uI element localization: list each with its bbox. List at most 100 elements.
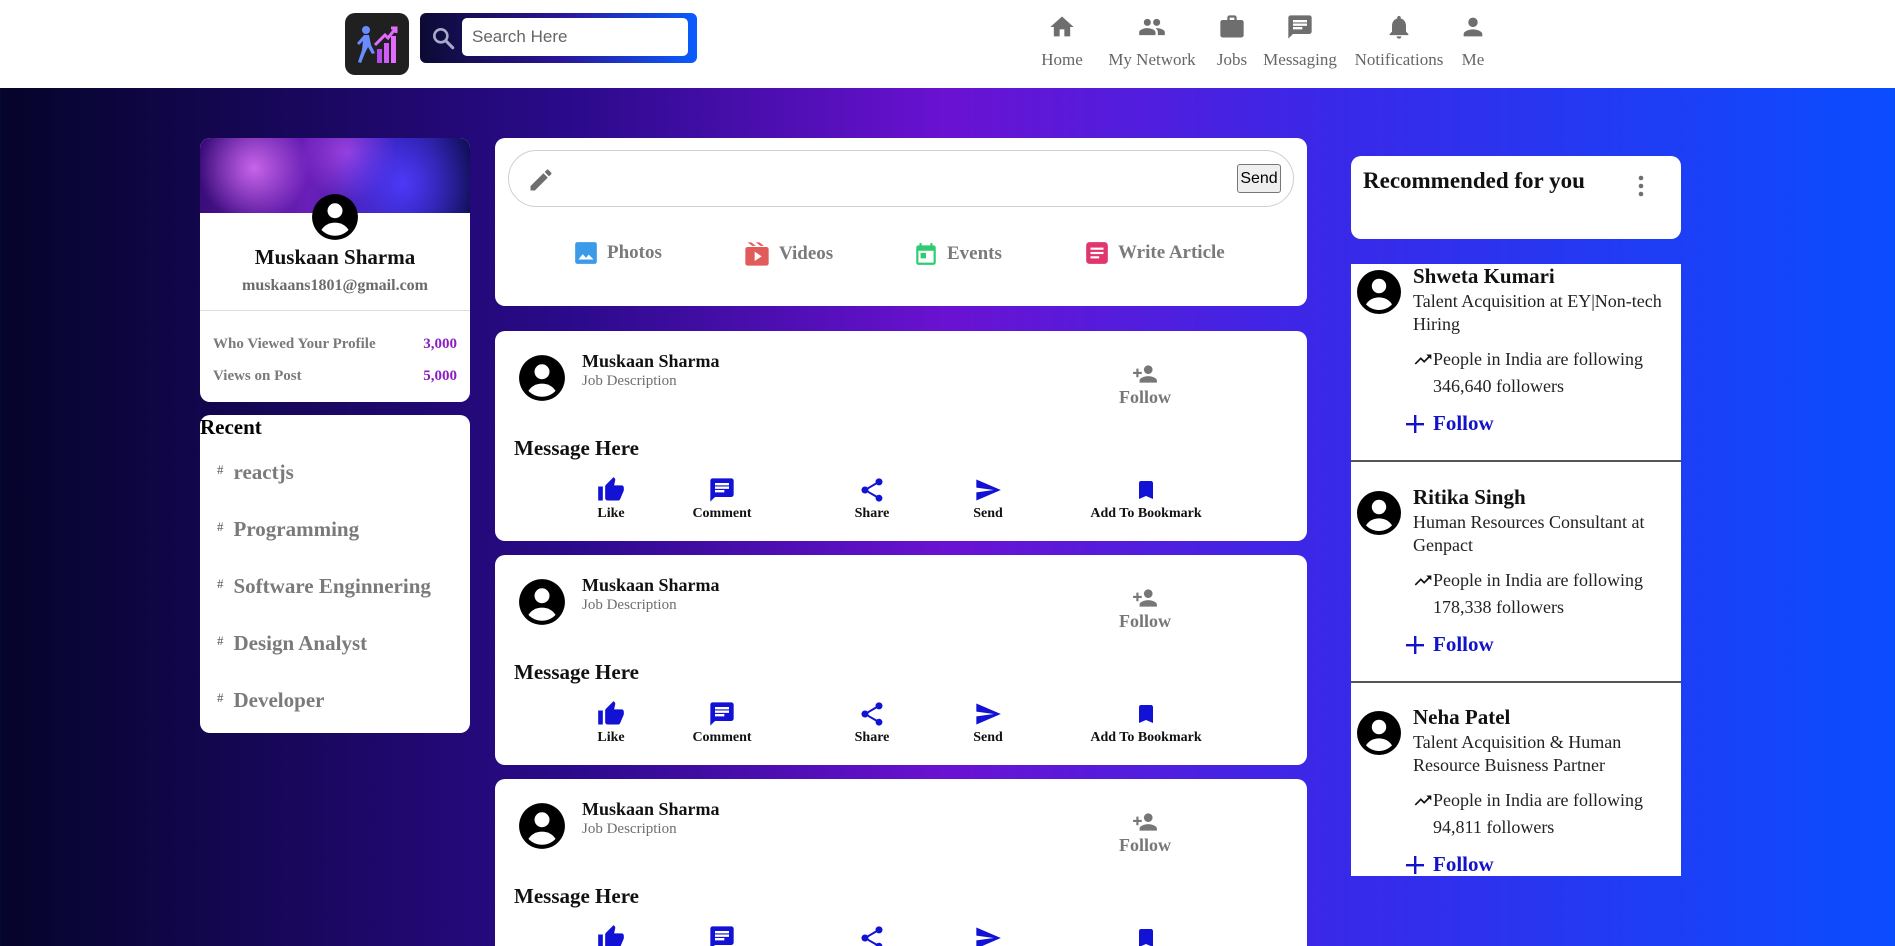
post-message: Message Here [514, 436, 639, 460]
like-button[interactable]: Like [551, 924, 671, 946]
calendar-icon [916, 243, 936, 265]
thumbs-up-icon [598, 477, 624, 501]
stat-label: Views on Post [213, 368, 302, 384]
events-button[interactable]: Events [913, 240, 1002, 268]
follow-button[interactable]: Follow [1405, 852, 1494, 876]
nav-label-notifications: Notifications [1354, 50, 1444, 69]
like-button[interactable]: Like [551, 476, 671, 522]
photos-button[interactable]: Photos [573, 240, 662, 266]
follow-button[interactable]: Follow [1405, 411, 1494, 436]
person-add-icon [1133, 589, 1157, 607]
videos-button[interactable]: Videos [743, 240, 833, 268]
follow-button[interactable]: Follow [1405, 632, 1494, 657]
post-author-name[interactable]: Muskaan Sharma [582, 351, 720, 372]
nav-item-my-network[interactable]: My Network [1104, 12, 1200, 70]
comment-button[interactable]: Comment [662, 476, 782, 522]
post-message: Message Here [514, 884, 639, 908]
send-button[interactable]: Send [1237, 164, 1281, 193]
app-logo[interactable] [345, 13, 409, 75]
comment-button[interactable]: Comment [662, 924, 782, 946]
stat-label: Who Viewed Your Profile [213, 336, 376, 352]
more-vert-icon[interactable] [1637, 174, 1645, 198]
recent-item-label: Developer [233, 688, 325, 712]
recent-item[interactable]: # Programming [217, 517, 359, 542]
share-icon [861, 926, 883, 946]
bookmark-button[interactable]: Add To Bookmark [1086, 924, 1206, 946]
recent-item[interactable]: # Developer [217, 688, 324, 713]
hashtag-icon: # [217, 462, 224, 477]
avatar-icon[interactable] [517, 577, 567, 627]
person-name[interactable]: Ritika Singh [1413, 485, 1526, 510]
nav-item-messaging[interactable]: Messaging [1260, 12, 1340, 70]
follow-label: Follow [1119, 611, 1171, 631]
share-button[interactable]: Share [812, 924, 932, 946]
person-name[interactable]: Shweta Kumari [1413, 264, 1555, 289]
like-button[interactable]: Like [551, 700, 671, 746]
growth-logo-icon [357, 26, 398, 63]
top-navbar: Home My Network Jobs Messaging Notificat… [0, 0, 1895, 88]
send-post-button[interactable]: Send [928, 476, 1048, 522]
person-add-icon [1133, 813, 1157, 831]
person-name[interactable]: Neha Patel [1413, 705, 1510, 730]
nav-item-me[interactable]: Me [1458, 12, 1488, 70]
person-trend: People in India are following 94,811 fol… [1413, 787, 1675, 841]
nav-item-notifications[interactable]: Notifications [1352, 12, 1446, 70]
action-label: Write Article [1118, 242, 1225, 263]
recent-title: Recent [200, 415, 262, 439]
comment-button[interactable]: Comment [662, 700, 782, 746]
avatar-icon[interactable] [310, 192, 360, 242]
recent-item-label: Software Enginnering [233, 574, 431, 598]
hashtag-icon: # [217, 633, 224, 648]
write-article-button[interactable]: Write Article [1084, 240, 1225, 266]
recent-item[interactable]: # reactjs [217, 460, 294, 485]
action-label: Add To Bookmark [1090, 506, 1202, 521]
action-label: Share [854, 506, 890, 521]
follow-button[interactable]: Follow [1115, 585, 1175, 632]
stat-post-views[interactable]: Views on Post 5,000 [213, 368, 457, 385]
avatar-icon[interactable] [1355, 709, 1403, 757]
trend-text: People in India are following 94,811 fol… [1433, 790, 1643, 837]
post-author-name[interactable]: Muskaan Sharma [582, 799, 720, 820]
article-icon [1086, 242, 1108, 264]
bookmark-button[interactable]: Add To Bookmark [1086, 700, 1206, 746]
nav-item-jobs[interactable]: Jobs [1212, 12, 1252, 70]
trending-up-icon [1414, 795, 1432, 806]
search-icon[interactable] [430, 25, 456, 51]
follow-label: Follow [1433, 852, 1494, 876]
stat-profile-viewers[interactable]: Who Viewed Your Profile 3,000 [213, 336, 457, 353]
profile-name[interactable]: Muskaan Sharma [200, 245, 470, 270]
person-title: Talent Acquisition at EY|Non-tech Hiring [1413, 291, 1662, 334]
send-post-button[interactable]: Send [928, 924, 1048, 946]
divider [200, 310, 470, 311]
avatar-icon[interactable] [1355, 489, 1403, 537]
composer-input[interactable]: Send [508, 150, 1294, 207]
follow-button[interactable]: Follow [1115, 809, 1175, 856]
trending-up-icon [1414, 354, 1432, 365]
person-title: Human Resources Consultant at Genpact [1413, 512, 1645, 555]
follow-label: Follow [1119, 387, 1171, 407]
action-label: Send [973, 506, 1003, 521]
share-button[interactable]: Share [812, 476, 932, 522]
recent-item[interactable]: # Design Analyst [217, 631, 367, 656]
recent-item[interactable]: # Software Enginnering [217, 574, 431, 599]
share-button[interactable]: Share [812, 700, 932, 746]
send-post-button[interactable]: Send [928, 700, 1048, 746]
recommended-person: Ritika Singh Human Resources Consultant … [1351, 485, 1681, 705]
avatar-icon[interactable] [1355, 268, 1403, 316]
nav-item-home[interactable]: Home [1030, 12, 1094, 70]
avatar-icon[interactable] [517, 801, 567, 851]
recommended-list: Shweta Kumari Talent Acquisition at EY|N… [1351, 264, 1681, 876]
trend-text: People in India are following 346,640 fo… [1433, 349, 1643, 396]
nav-label-jobs: Jobs [1216, 50, 1248, 69]
network-icon [1139, 18, 1165, 36]
stat-value: 5,000 [423, 368, 457, 384]
search-input[interactable] [462, 18, 688, 56]
profile-card: Muskaan Sharma muskaans1801@gmail.com Wh… [200, 138, 470, 402]
divider [1351, 460, 1681, 462]
stat-value: 3,000 [423, 336, 457, 352]
post-author-name[interactable]: Muskaan Sharma [582, 575, 720, 596]
bookmark-button[interactable]: Add To Bookmark [1086, 476, 1206, 522]
avatar-icon[interactable] [517, 353, 567, 403]
search-bar [420, 13, 697, 63]
follow-button[interactable]: Follow [1115, 361, 1175, 408]
